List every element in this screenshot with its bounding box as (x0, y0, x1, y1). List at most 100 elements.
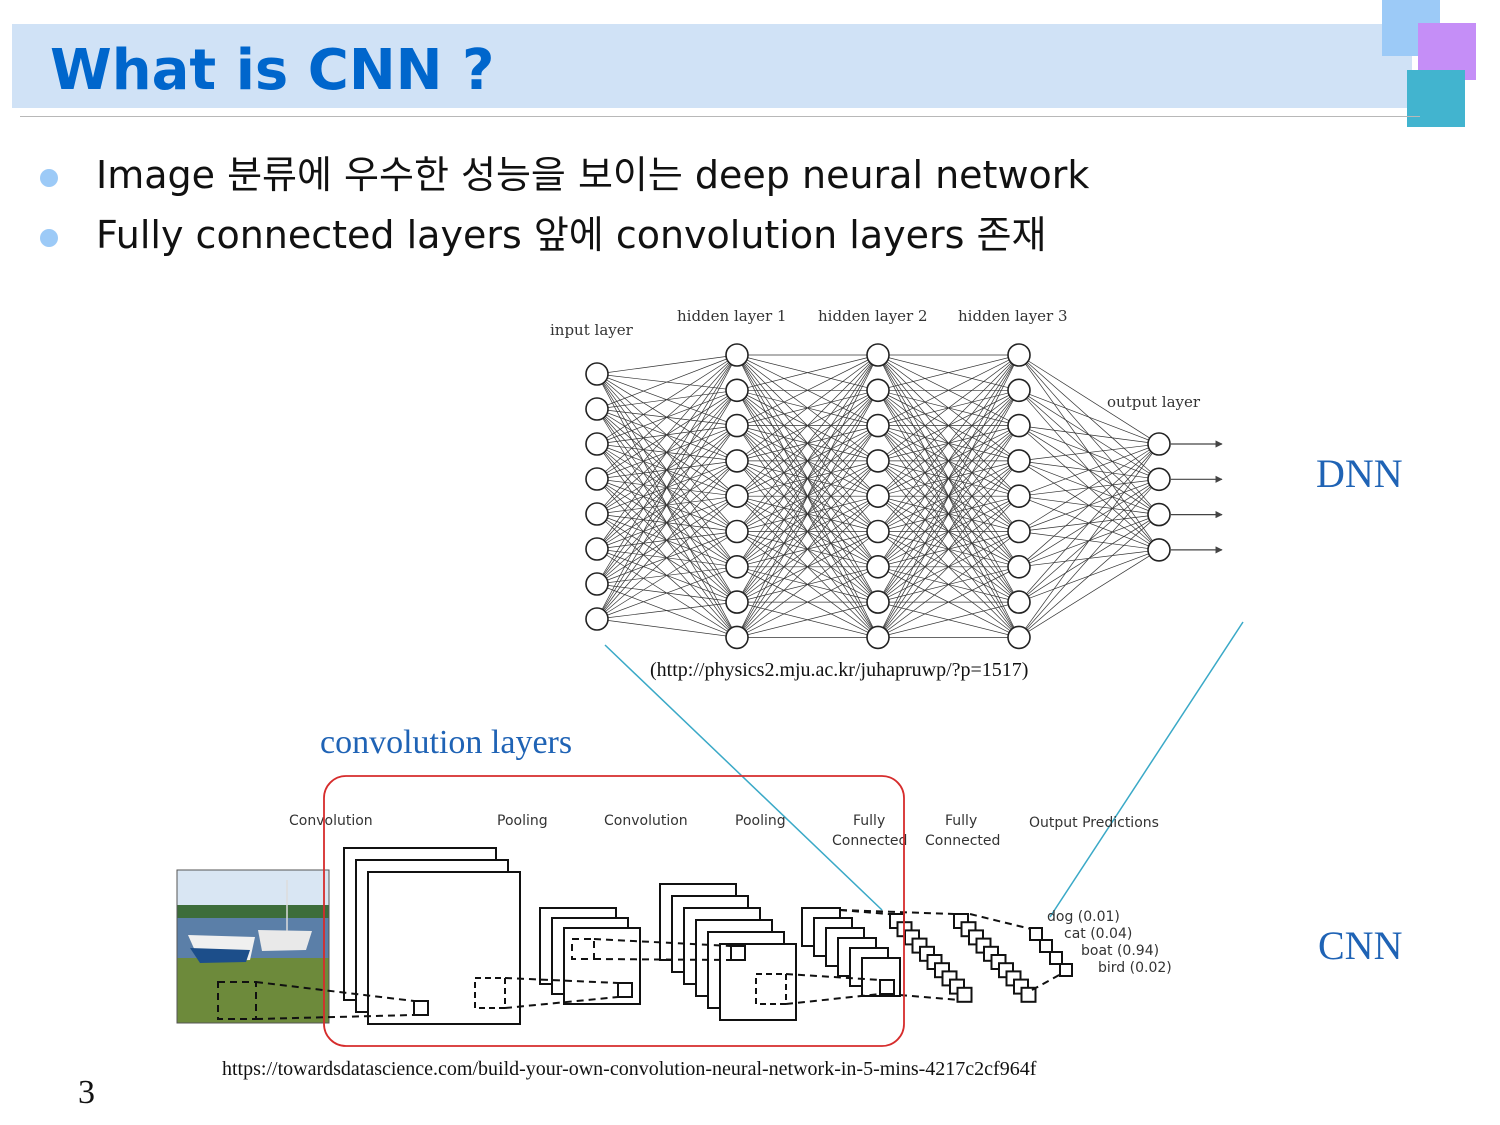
fc1-unit (956, 986, 973, 1003)
dnn-edge (1018, 443, 1160, 568)
conv2-feature-maps (659, 883, 797, 1021)
dnn-edge (1018, 479, 1160, 638)
dnn-node (866, 590, 890, 614)
dnn-node (866, 413, 890, 438)
dnn-node (866, 484, 890, 509)
pool1-feature-maps (539, 907, 641, 1005)
dnn-node (585, 432, 609, 456)
dnn-edge (596, 425, 738, 620)
dnn-node (725, 413, 749, 438)
dnn-node (585, 572, 609, 596)
dnn-edge (1018, 514, 1160, 638)
dnn-input-layer-label: input layer (550, 321, 634, 339)
dnn-node (585, 607, 609, 631)
dnn-node (725, 590, 749, 614)
dnn-edge (596, 354, 738, 585)
prediction-label: cat (0.04) (1064, 926, 1132, 942)
prediction-label: bird (0.02) (1098, 960, 1172, 976)
output-unit (1059, 963, 1073, 977)
dnn-node (1007, 519, 1031, 544)
dnn-hidden-layer-3-label: hidden layer 3 (958, 307, 1068, 325)
dnn-node (725, 343, 749, 367)
dnn-node (1007, 449, 1031, 473)
dnn-hidden-layer-1-label: hidden layer 1 (677, 307, 787, 325)
cnn-conv1-label: Convolution (289, 813, 373, 829)
dnn-node (1147, 467, 1171, 492)
dnn-node (1007, 343, 1031, 367)
input-photo (176, 869, 330, 1024)
dnn-node (725, 378, 749, 403)
dnn-edge (596, 495, 738, 620)
dnn-source-citation: (http://physics2.mju.ac.kr/juhapruwp/?p=… (650, 659, 1029, 681)
dnn-node (585, 467, 609, 491)
dnn-node (585, 502, 609, 526)
prediction-label: boat (0.94) (1081, 943, 1159, 959)
dnn-edge (596, 618, 738, 638)
dnn-edge (1018, 443, 1160, 497)
dnn-edge (596, 531, 738, 620)
prediction-label: dog (0.01) (1047, 909, 1120, 925)
dnn-node (866, 449, 890, 473)
dnn-node (1007, 625, 1031, 650)
dnn-node (1007, 554, 1031, 579)
dnn-node (725, 519, 749, 544)
convolution-layers-label: convolution layers (320, 724, 573, 761)
dnn-edge (1018, 425, 1160, 445)
dnn-hidden-layer-2-label: hidden layer 2 (818, 307, 928, 325)
connector-line-right (1049, 621, 1244, 918)
dnn-node (1147, 432, 1171, 456)
dnn-node (585, 397, 609, 421)
dnn-node (1147, 502, 1171, 527)
cnn-label: CNN (1318, 923, 1403, 968)
cnn-fc2-label-line2: Connected (925, 833, 1000, 849)
output-unit (1029, 927, 1043, 941)
dnn-node (866, 343, 890, 367)
dnn-nodes (585, 343, 1171, 650)
output-unit (1039, 939, 1053, 953)
dnn-label: DNN (1316, 451, 1403, 496)
dnn-edge (1018, 443, 1160, 532)
fully-connected-units (889, 913, 1037, 1003)
dnn-node (1007, 484, 1031, 509)
dnn-node (866, 554, 890, 579)
dnn-node (725, 554, 749, 579)
dnn-edge (596, 354, 738, 515)
pool2-feature-maps (801, 907, 901, 997)
cnn-source-citation: https://towardsdatascience.com/build-you… (222, 1058, 1037, 1080)
page-number: 3 (78, 1074, 95, 1111)
dnn-edge (596, 354, 738, 445)
connector-line-left (604, 644, 883, 911)
dnn-edge (596, 566, 738, 620)
dnn-output-layer-label: output layer (1107, 393, 1201, 411)
dnn-node (1007, 413, 1031, 438)
cnn-fc1-label-line2: Connected (832, 833, 907, 849)
dnn-node (585, 537, 609, 561)
output-unit (1049, 951, 1063, 965)
dnn-node (866, 519, 890, 544)
dnn-node (585, 362, 609, 386)
dnn-edge (596, 354, 738, 375)
dnn-node (725, 449, 749, 473)
dnn-edge (596, 390, 738, 620)
dnn-output-arrows (1171, 440, 1223, 554)
dnn-edge (596, 601, 738, 620)
dnn-node (1007, 378, 1031, 403)
cnn-output-label: Output Predictions (1029, 815, 1159, 831)
dnn-node (1147, 538, 1171, 562)
dnn-node (725, 625, 749, 650)
dnn-node (866, 378, 890, 403)
dnn-edge (1018, 443, 1160, 638)
cnn-conv2-label: Convolution (604, 813, 688, 829)
cnn-pool2-label: Pooling (735, 813, 786, 829)
cnn-pool1-label: Pooling (497, 813, 548, 829)
dnn-edge (1018, 443, 1160, 462)
dnn-edge (596, 460, 738, 620)
dnn-edge (1018, 549, 1160, 638)
dnn-node (1007, 590, 1031, 614)
dnn-edge (1018, 443, 1160, 603)
cnn-fc1-label-line1: Fully (853, 813, 885, 829)
diagram-canvas: input layer hidden layer 1 hidden layer … (176, 307, 1244, 1047)
dnn-node (725, 484, 749, 509)
dnn-node (866, 625, 890, 650)
cnn-fc2-label-line1: Fully (945, 813, 977, 829)
